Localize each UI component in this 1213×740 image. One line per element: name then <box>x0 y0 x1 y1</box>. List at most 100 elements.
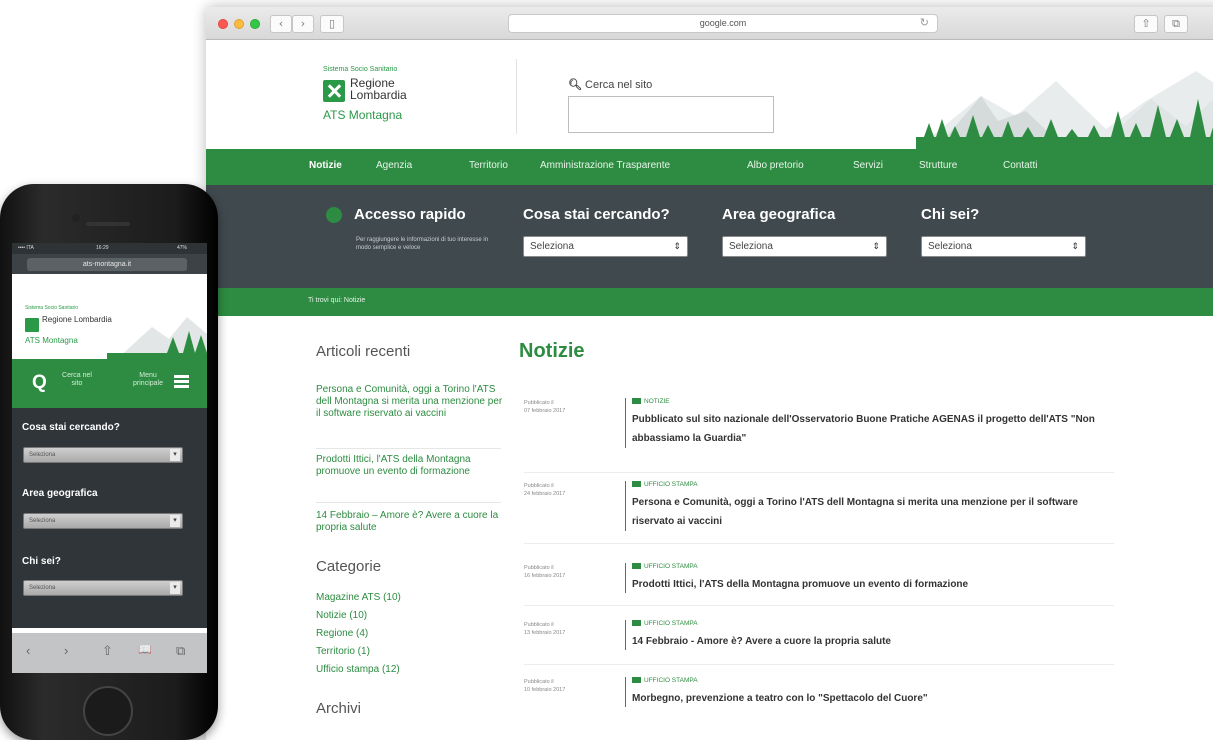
back-icon: ‹ <box>278 17 284 30</box>
category-link[interactable]: Notizie (10) <box>316 610 367 621</box>
main-navigation: Notizie Agenzia Territorio Amministrazio… <box>206 149 1213 185</box>
forward-button[interactable]: › <box>292 15 314 33</box>
tabs-button[interactable]: ⧉ <box>1164 15 1188 33</box>
nav-strutture[interactable]: Strutture <box>919 160 957 171</box>
nav-servizi[interactable]: Servizi <box>853 160 883 171</box>
search-label: 🔍︎ Cerca nel sito <box>568 79 653 91</box>
header-divider <box>516 59 517 134</box>
news-accent-bar <box>625 563 626 593</box>
news-category: NOTIZIE <box>632 398 670 405</box>
select-area-geografica[interactable]: Seleziona ⇕ <box>722 236 887 257</box>
phone-mountains-illustration <box>107 317 207 359</box>
news-title[interactable]: 14 Febbraio - Amore è? Avere a cuore la … <box>632 632 1102 651</box>
category-link[interactable]: Magazine ATS (10) <box>316 592 401 603</box>
carrier-signal: •••• ITA <box>18 245 34 251</box>
phone-logo-name[interactable]: Regione Lombardia <box>42 316 112 324</box>
news-accent-bar <box>625 620 626 650</box>
phone-browser-toolbar: ‹ › ⇧ 📖 ⧉ <box>12 633 207 673</box>
regione-lombardia-logo-icon[interactable] <box>25 318 39 332</box>
breadcrumb: Ti trovi qui: Notizie <box>206 288 1213 316</box>
nav-amministrazione-trasparente[interactable]: Amministrazione Trasparente <box>540 160 670 171</box>
phone-action-bar: Q Cerca nel sito Menu principale <box>12 359 207 408</box>
phone-home-button[interactable] <box>83 686 133 736</box>
zoom-window-button[interactable] <box>250 19 260 29</box>
news-title[interactable]: Morbegno, prevenzione a teatro con lo "S… <box>632 689 1102 708</box>
news-item[interactable]: Pubblicato il 13 febbraio 2017 UFFICIO ST… <box>519 620 1114 665</box>
news-date: Pubblicato il 07 febbraio 2017 <box>524 400 566 414</box>
phone-tabs-icon[interactable]: ⧉ <box>176 643 185 659</box>
category-link[interactable]: Regione (4) <box>316 628 368 639</box>
close-window-button[interactable] <box>218 19 228 29</box>
phone-question-area: Area geografica <box>22 488 98 499</box>
quick-column-area: Area geografica Seleziona ⇕ <box>722 206 887 257</box>
logo-name[interactable]: Regione Lombardia <box>350 77 450 101</box>
tag-icon <box>632 677 641 683</box>
phone-url: ats-montagna.it <box>27 258 187 271</box>
nav-contatti[interactable]: Contatti <box>1003 160 1037 171</box>
search-input[interactable] <box>568 96 774 133</box>
news-item[interactable]: Pubblicato il 16 febbraio 2017 UFFICIO ST… <box>519 563 1114 606</box>
nav-albo-pretorio[interactable]: Albo pretorio <box>747 160 804 171</box>
archive-heading: Archivi <box>316 700 362 717</box>
battery-level: 47% <box>177 245 188 251</box>
nav-notizie[interactable]: Notizie <box>309 160 342 171</box>
quick-question-chi: Chi sei? <box>921 206 980 223</box>
share-button[interactable]: ⇧ <box>1134 15 1158 33</box>
tag-icon <box>632 563 641 569</box>
phone-forward-icon[interactable]: › <box>64 643 68 658</box>
category-link[interactable]: Territorio (1) <box>316 646 370 657</box>
select-cosa-stai-cercando[interactable]: Seleziona ⇕ <box>523 236 688 257</box>
search-icon: 🔍︎ <box>568 79 582 91</box>
phone-select-cosa[interactable]: Seleziona ▾ <box>23 447 183 463</box>
mountains-illustration <box>916 71 1213 149</box>
back-button[interactable]: ‹ <box>270 15 292 33</box>
browser-toolbar: ‹ › ▯ google.com ↻ ⇧ ⧉ <box>206 7 1213 40</box>
quick-access-description: Per raggiungere le informazioni di tuo i… <box>356 237 489 251</box>
phone-bookmarks-icon[interactable]: 📖 <box>138 643 152 656</box>
hamburger-menu-icon[interactable] <box>174 375 189 388</box>
phone-logo-subtitle: ATS Montagna <box>25 336 78 345</box>
quick-access-title: Accesso rapido <box>354 206 466 223</box>
category-link[interactable]: Ufficio stampa (12) <box>316 664 400 675</box>
regione-lombardia-logo-icon[interactable] <box>323 80 345 102</box>
news-item[interactable]: Pubblicato il 24 febbraio 2017 UFFICIO ST… <box>519 481 1114 544</box>
phone-address-bar[interactable]: ats-montagna.it <box>12 254 207 274</box>
phone-search-label[interactable]: Cerca nel sito <box>59 372 95 388</box>
news-title[interactable]: Pubblicato sul sito nazionale dell'Osser… <box>632 410 1102 448</box>
phone-back-icon[interactable]: ‹ <box>26 643 30 658</box>
divider <box>524 605 1114 606</box>
quick-access-panel: Accesso rapido Per raggiungere le inform… <box>206 185 1213 288</box>
news-accent-bar <box>625 398 626 448</box>
search-icon[interactable]: Q <box>32 372 47 394</box>
news-category: UFFICIO STAMPA <box>632 620 698 627</box>
phone-select-chi[interactable]: Seleziona ▾ <box>23 580 183 596</box>
reload-icon[interactable]: ↻ <box>920 15 929 32</box>
nav-territorio[interactable]: Territorio <box>469 160 508 171</box>
phone-share-icon[interactable]: ⇧ <box>102 643 113 659</box>
recent-article-link[interactable]: Prodotti Ittici, l'ATS della Montagna pr… <box>316 454 506 478</box>
select-arrow-icon: ⇕ <box>872 241 880 251</box>
select-arrow-icon: ▾ <box>170 449 180 461</box>
logo-subtitle: ATS Montagna <box>323 108 403 122</box>
news-date: Pubblicato il 16 febbraio 2017 <box>524 565 566 579</box>
address-bar[interactable]: google.com ↻ <box>508 14 938 33</box>
news-title[interactable]: Prodotti Ittici, l'ATS della Montagna pr… <box>632 575 1102 594</box>
nav-agenzia[interactable]: Agenzia <box>376 160 412 171</box>
phone-question-chi: Chi sei? <box>22 556 61 567</box>
recent-article-link[interactable]: 14 Febbraio – Amore è? Avere a cuore la … <box>316 510 506 534</box>
minimize-window-button[interactable] <box>234 19 244 29</box>
phone-menu-label[interactable]: Menu principale <box>130 372 166 388</box>
divider <box>316 502 501 503</box>
recent-article-link[interactable]: Persona e Comunità, oggi a Torino l'ATS … <box>316 384 506 420</box>
news-item[interactable]: Pubblicato il 10 febbraio 2017 UFFICIO ST… <box>519 677 1109 717</box>
news-item[interactable]: Pubblicato il 07 febbraio 2017 NOTIZIE Pu… <box>519 398 1114 473</box>
quick-question-cosa: Cosa stai cercando? <box>523 206 670 223</box>
divider <box>524 472 1114 473</box>
sidebar-button[interactable]: ▯ <box>320 15 344 33</box>
select-chi-sei[interactable]: Seleziona ⇕ <box>921 236 1086 257</box>
divider <box>316 448 501 449</box>
forward-icon: › <box>300 17 306 30</box>
news-date: Pubblicato il 10 febbraio 2017 <box>524 679 566 693</box>
news-title[interactable]: Persona e Comunità, oggi a Torino l'ATS … <box>632 493 1102 531</box>
phone-select-area[interactable]: Seleziona ▾ <box>23 513 183 529</box>
